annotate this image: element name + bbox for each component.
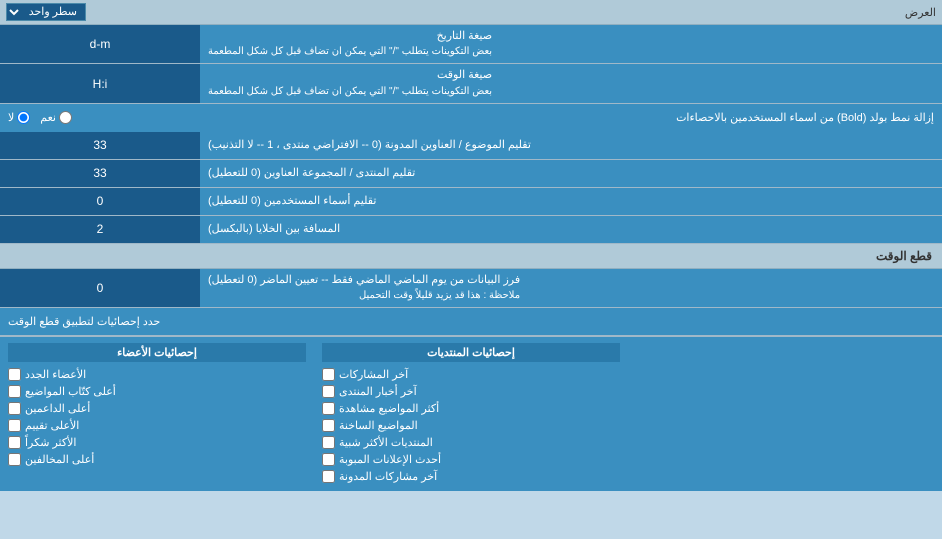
topics-titles-label: تقليم الموضوع / العناوين المدونة (0 -- ا… — [200, 132, 942, 159]
cb-top-violators[interactable] — [8, 453, 21, 466]
section-header-cut-time: قطع الوقت — [0, 244, 942, 269]
forum-group-input[interactable] — [6, 166, 194, 180]
checkbox-item: أحدث الإعلانات المبوبة — [322, 451, 620, 468]
checkbox-col-forums: إحصائيات المنتديات آخر المشاركات آخر أخب… — [314, 343, 628, 485]
radio-no[interactable]: لا — [8, 111, 30, 124]
cell-distance-row: المسافة بين الخلايا (بالبكسل) — [0, 216, 942, 244]
cut-time-input[interactable] — [6, 281, 194, 295]
cb-hot-topics[interactable] — [322, 419, 335, 432]
limit-label: حدد إحصائيات لتطبيق قطع الوقت — [8, 315, 160, 328]
time-format-input-wrapper — [0, 64, 200, 102]
checkbox-item: أعلى الداعمين — [8, 400, 306, 417]
checkbox-col-members: إحصائيات الأعضاء الأعضاء الجدد أعلى كتّا… — [0, 343, 314, 485]
checkbox-item: أعلى المخالفين — [8, 451, 306, 468]
topics-titles-input-wrapper — [0, 132, 200, 159]
usernames-label: تقليم أسماء المستخدمين (0 للتعطيل) — [200, 188, 942, 215]
limit-placeholder — [628, 343, 942, 485]
topics-titles-row: تقليم الموضوع / العناوين المدونة (0 -- ا… — [0, 132, 942, 160]
cb-last-posts[interactable] — [322, 368, 335, 381]
usernames-row: تقليم أسماء المستخدمين (0 للتعطيل) — [0, 188, 942, 216]
time-format-input[interactable] — [6, 77, 194, 91]
checkbox-item: آخر مشاركات المدونة — [322, 468, 620, 485]
cb-last-blog[interactable] — [322, 470, 335, 483]
bold-label: إزالة نمط بولد (Bold) من اسماء المستخدمي… — [128, 111, 934, 124]
checkbox-item: آخر المشاركات — [322, 366, 620, 383]
topics-titles-input[interactable] — [6, 138, 194, 152]
cb-top-posters[interactable] — [8, 385, 21, 398]
checkbox-item: أكثر المواضيع مشاهدة — [322, 400, 620, 417]
date-format-row: صيغة التاريخ بعض التكوينات يتطلب "/" الت… — [0, 25, 942, 64]
checkbox-item: المواضيع الساخنة — [322, 417, 620, 434]
cut-time-row: فرز البيانات من يوم الماضي الماضي فقط --… — [0, 269, 942, 308]
checkbox-item: الأعضاء الجدد — [8, 366, 306, 383]
date-format-input[interactable] — [6, 37, 194, 51]
usernames-input-wrapper — [0, 188, 200, 215]
cb-latest-ads[interactable] — [322, 453, 335, 466]
top-row: العرض سطر واحد سطرين ثلاثة أسطر — [0, 0, 942, 25]
checkbox-item: الأكثر شكراً — [8, 434, 306, 451]
cell-distance-label: المسافة بين الخلايا (بالبكسل) — [200, 216, 942, 243]
cb-new-members[interactable] — [8, 368, 21, 381]
cell-distance-input-wrapper — [0, 216, 200, 243]
checkbox-item: المنتديات الأكثر شبية — [322, 434, 620, 451]
main-container: العرض سطر واحد سطرين ثلاثة أسطر صيغة الت… — [0, 0, 942, 491]
cut-time-input-wrapper — [0, 269, 200, 307]
cb-top-supporters[interactable] — [8, 402, 21, 415]
checkbox-item: آخر أخبار المنتدى — [322, 383, 620, 400]
usernames-input[interactable] — [6, 194, 194, 208]
limit-row: حدد إحصائيات لتطبيق قطع الوقت — [0, 308, 942, 336]
checkbox-section: إحصائيات المنتديات آخر المشاركات آخر أخب… — [0, 336, 942, 491]
time-format-label: صيغة الوقت بعض التكوينات يتطلب "/" التي … — [200, 64, 942, 102]
forums-col-header: إحصائيات المنتديات — [322, 343, 620, 362]
bold-radio-row: إزالة نمط بولد (Bold) من اسماء المستخدمي… — [0, 104, 942, 132]
cb-top-rated[interactable] — [8, 419, 21, 432]
cut-time-label: فرز البيانات من يوم الماضي الماضي فقط --… — [200, 269, 942, 307]
date-format-label: صيغة التاريخ بعض التكوينات يتطلب "/" الت… — [200, 25, 942, 63]
cb-most-thanked[interactable] — [8, 436, 21, 449]
time-format-row: صيغة الوقت بعض التكوينات يتطلب "/" التي … — [0, 64, 942, 103]
forum-group-input-wrapper — [0, 160, 200, 187]
bold-radio-group: نعم لا — [8, 111, 128, 124]
members-col-header: إحصائيات الأعضاء — [8, 343, 306, 362]
cb-popular-forums[interactable] — [322, 436, 335, 449]
checkbox-item: الأعلى تقييم — [8, 417, 306, 434]
display-label: العرض — [905, 6, 936, 19]
date-format-input-wrapper — [0, 25, 200, 63]
cb-forum-news[interactable] — [322, 385, 335, 398]
checkbox-item: أعلى كتّاب المواضيع — [8, 383, 306, 400]
forum-group-row: تقليم المنتدى / المجموعة العناوين (0 للت… — [0, 160, 942, 188]
cell-distance-input[interactable] — [6, 222, 194, 236]
cb-most-viewed[interactable] — [322, 402, 335, 415]
radio-yes[interactable]: نعم — [40, 111, 72, 124]
forum-group-label: تقليم المنتدى / المجموعة العناوين (0 للت… — [200, 160, 942, 187]
display-select[interactable]: سطر واحد سطرين ثلاثة أسطر — [6, 3, 86, 21]
